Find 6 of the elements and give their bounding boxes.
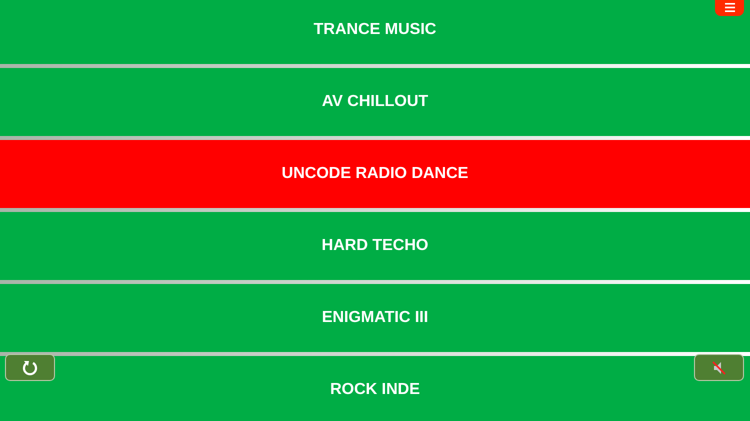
mute-button[interactable] — [694, 354, 744, 381]
menu-button[interactable] — [715, 0, 744, 16]
station-item[interactable]: UNCODE RADIO DANCE — [0, 140, 750, 208]
refresh-icon — [22, 359, 38, 376]
menu-icon — [724, 3, 734, 12]
refresh-button[interactable] — [5, 354, 55, 381]
